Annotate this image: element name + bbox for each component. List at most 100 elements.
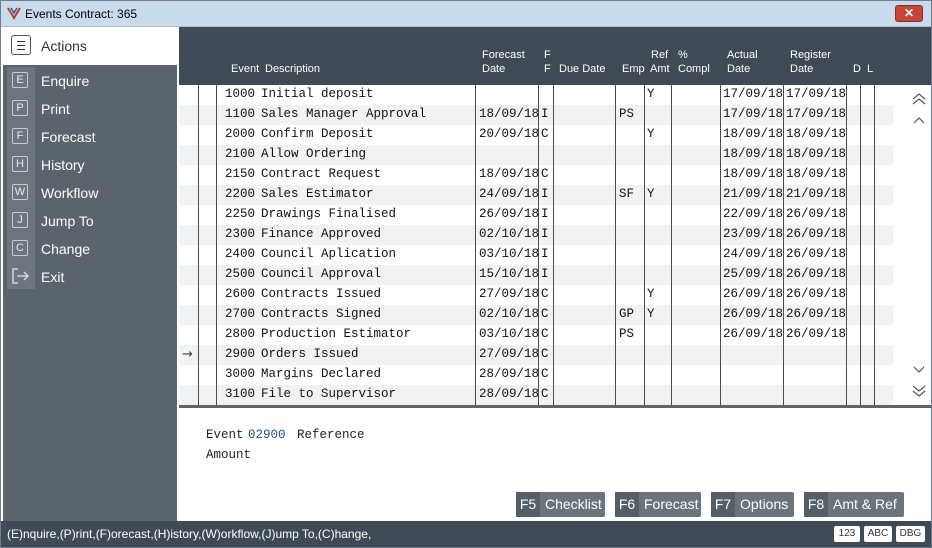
table-row[interactable]: 3100 File to Supervisor 28/09/18 C — [179, 385, 893, 405]
forecast-button[interactable]: F6 Forecast — [615, 492, 701, 517]
sidebar-item-print[interactable]: P Print — [3, 95, 177, 123]
table-row[interactable]: 2000 Confirm Deposit 20/09/18 C Y 18/09/18 18/… — [179, 125, 893, 145]
scroll-to-top-icon[interactable] — [910, 91, 928, 107]
sidebar-item-history[interactable]: H History — [3, 151, 177, 179]
table-row[interactable]: 2700 Contracts Signed 02/10/18 C GP Y 26/09/18… — [179, 305, 893, 325]
cell-event: 2000 — [225, 127, 256, 141]
col-header-d[interactable]: D — [853, 63, 861, 75]
cell-register-date: 26/09/18 — [786, 327, 847, 341]
cell-event: 3100 — [225, 387, 256, 401]
cell-description: Finance Approved — [261, 227, 382, 241]
cell-event: 2300 — [225, 227, 256, 241]
scroll-down-icon[interactable] — [910, 361, 928, 377]
col-divider — [783, 85, 784, 405]
cell-forecast-date: 02/10/18 — [479, 307, 540, 321]
forecast-label: Forecast — [644, 496, 699, 512]
cell-event: 2600 — [225, 287, 256, 301]
shortcut-hint: (E)nquire,(P)rint,(F)orecast,(H)istory,(… — [7, 527, 372, 541]
cell-forecast-date: 24/09/18 — [479, 187, 540, 201]
sidebar-item-change[interactable]: C Change — [3, 235, 177, 263]
cell-actual-date: 17/09/18 — [723, 87, 784, 101]
key-h-icon: H — [12, 156, 28, 172]
cell-register-date: 18/09/18 — [786, 167, 847, 181]
options-label: Options — [740, 496, 789, 512]
cell-forecast-date: 28/09/18 — [479, 367, 540, 381]
table-row[interactable]: 2500 Council Approval 15/10/18 I 25/09/18 26/… — [179, 265, 893, 285]
cell-forecast-date: 03/10/18 — [479, 247, 540, 261]
key-j-icon: J — [12, 212, 28, 228]
cell-register-date: 21/09/18 — [786, 187, 847, 201]
col-header-f[interactable]: F — [544, 49, 551, 61]
col-header-forecast[interactable]: Forecast — [482, 49, 525, 61]
scroll-to-bottom-icon[interactable] — [910, 383, 928, 399]
cell-forecast-date: 28/09/18 — [479, 387, 540, 401]
col-divider — [538, 85, 539, 405]
col-header-emp[interactable]: Emp — [622, 63, 645, 75]
cell-description: Contracts Signed — [261, 307, 382, 321]
event-value[interactable]: 02900 — [248, 428, 286, 442]
col-header-due-date[interactable]: Due Date — [559, 63, 605, 75]
cell-event: 2150 — [225, 167, 256, 181]
checklist-label: Checklist — [545, 496, 602, 512]
f7-key-label: F7 — [711, 492, 735, 517]
actions-sidebar: Actions E Enquire P Print F Forecast H H… — [3, 27, 177, 521]
cell-event: 3000 — [225, 367, 256, 381]
sidebar-item-forecast[interactable]: F Forecast — [3, 123, 177, 151]
table-row[interactable]: 2800 Production Estimator 03/10/18 C PS 26/09… — [179, 325, 893, 345]
sidebar-item-jump-to[interactable]: J Jump To — [3, 207, 177, 235]
current-row-arrow-icon: → — [182, 347, 193, 362]
close-button[interactable]: ✕ — [895, 5, 923, 22]
col-divider — [671, 85, 672, 405]
table-row[interactable]: 2300 Finance Approved 02/10/18 I 23/09/18 26/… — [179, 225, 893, 245]
table-row[interactable]: 3000 Margins Declared 28/09/18 C — [179, 365, 893, 385]
num-lock-indicator: 123 — [834, 526, 860, 542]
cell-actual-date: 18/09/18 — [723, 147, 784, 161]
col-header-register-date: Date — [790, 63, 814, 75]
col-header-pct-compl: Compl — [678, 63, 710, 75]
table-row[interactable]: 2250 Drawings Finalised 26/09/18 I 22/09/18 2… — [179, 205, 893, 225]
sidebar-item-workflow[interactable]: W Workflow — [3, 179, 177, 207]
key-f-icon: F — [12, 128, 28, 144]
scroll-up-icon[interactable] — [910, 113, 928, 129]
cell-event: 2400 — [225, 247, 256, 261]
cell-register-date: 26/09/18 — [786, 307, 847, 321]
cell-emp: SF — [619, 187, 635, 201]
table-row[interactable]: 1100 Sales Manager Approval 18/09/18 I PS 17/… — [179, 105, 893, 125]
col-header-pct[interactable]: % — [678, 49, 688, 61]
cell-description: Contract Request — [261, 167, 382, 181]
amt-ref-button[interactable]: F8 Amt & Ref — [804, 492, 904, 517]
actions-header[interactable]: Actions — [3, 27, 177, 65]
cell-actual-date: 23/09/18 — [723, 227, 784, 241]
sidebar-item-label: Workflow — [41, 185, 99, 201]
table-row[interactable]: 1000 Initial deposit Y 17/09/18 17/09/18 — [179, 85, 893, 105]
cell-forecast-date: 18/09/18 — [479, 167, 540, 181]
col-header-actual[interactable]: Actual — [727, 49, 758, 61]
table-row[interactable]: 2600 Contracts Issued 27/09/18 C Y 26/09/18 26… — [179, 285, 893, 305]
table-row[interactable]: 2400 Council Aplication 03/10/18 I 24/09/18 2… — [179, 245, 893, 265]
col-divider — [475, 85, 476, 405]
options-button[interactable]: F7 Options — [711, 492, 794, 517]
cell-forecast-date: 18/09/18 — [479, 107, 540, 121]
f5-key-label: F5 — [516, 492, 540, 517]
sidebar-item-enquire[interactable]: E Enquire — [3, 67, 177, 95]
table-row[interactable]: 2100 Allow Ordering 18/09/18 18/09/18 — [179, 145, 893, 165]
amount-label: Amount — [206, 448, 252, 462]
table-row[interactable]: 2200 Sales Estimator 24/09/18 I SF Y 21/09/18 2… — [179, 185, 893, 205]
table-row[interactable]: 2900 Orders Issued 27/09/18 C — [179, 345, 893, 365]
app-logo-icon — [7, 7, 21, 20]
sidebar-item-exit[interactable]: Exit — [3, 263, 177, 291]
cell-f: C — [541, 127, 549, 141]
event-label: Event — [206, 428, 244, 442]
actions-title: Actions — [41, 38, 87, 54]
checklist-button[interactable]: F5 Checklist — [516, 492, 605, 517]
cell-description: Contracts Issued — [261, 287, 382, 301]
col-header-event[interactable]: Event — [231, 63, 259, 75]
grid-header: Event Description Forecast Date F F Due … — [179, 27, 931, 85]
col-header-l[interactable]: L — [867, 63, 873, 75]
hamburger-menu-icon[interactable] — [11, 35, 31, 55]
col-header-description[interactable]: Description — [265, 63, 320, 75]
cell-register-date: 26/09/18 — [786, 287, 847, 301]
col-header-register[interactable]: Register — [790, 49, 831, 61]
col-header-ref[interactable]: Ref — [651, 49, 668, 61]
table-row[interactable]: 2150 Contract Request 18/09/18 C 18/09/18 18/… — [179, 165, 893, 185]
